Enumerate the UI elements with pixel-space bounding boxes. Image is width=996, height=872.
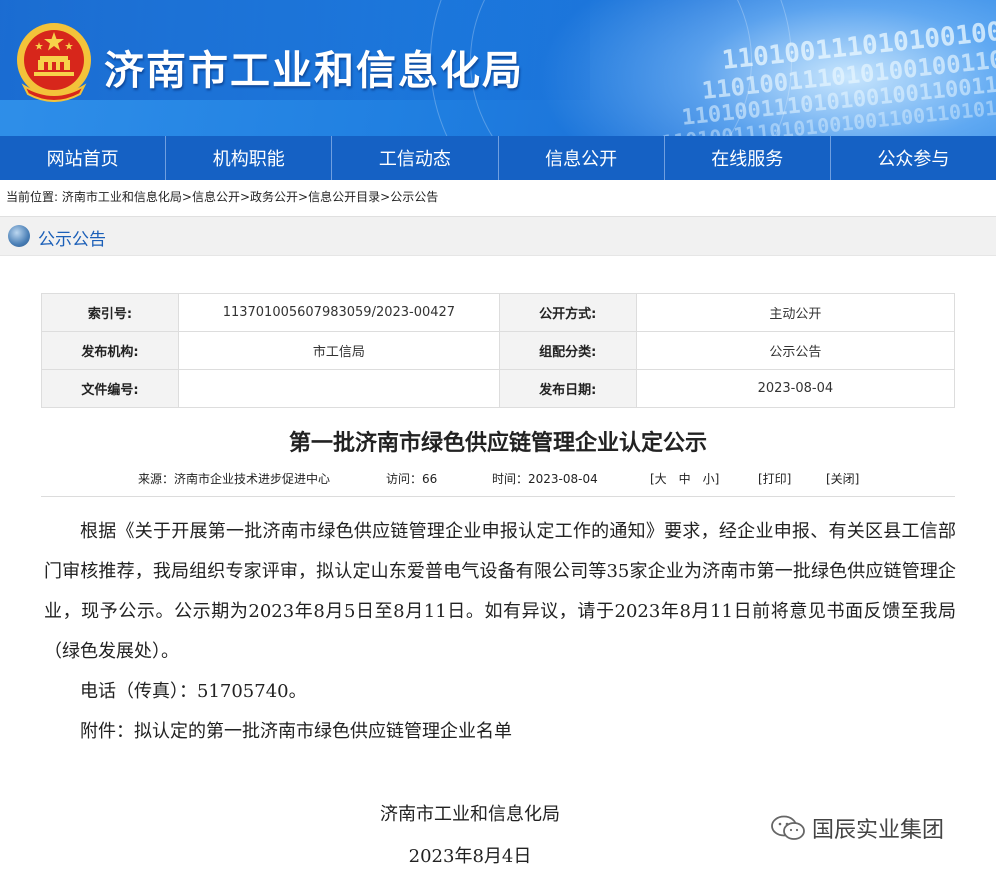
nav-item-disclosure[interactable]: 信息公开 (499, 136, 665, 180)
globe-icon (8, 225, 30, 247)
info-label-index: 索引号: (41, 293, 179, 332)
info-value-category: 公示公告 (635, 331, 956, 370)
article-time: 时间：2023-08-04 (492, 472, 598, 486)
article-source: 来源：济南市企业技术进步促进中心 (138, 472, 331, 486)
breadcrumb-link[interactable]: 政务公开 (250, 190, 298, 204)
breadcrumb-separator: > (380, 190, 391, 204)
nav-item-functions[interactable]: 机构职能 (166, 136, 333, 180)
table-row: 发布机构: 市工信局 组配分类: 公示公告 (41, 331, 956, 370)
info-label-doc-number: 文件编号: (41, 369, 179, 408)
article-date: 2023年8月4日 (408, 846, 532, 867)
article-phone: 电话（传真）：51705740。 (80, 681, 307, 702)
close-button[interactable]: [关闭] (826, 470, 859, 487)
breadcrumb-separator: > (298, 190, 309, 204)
section-header: 公示公告 (0, 216, 996, 256)
breadcrumb-link[interactable]: 公示公告 (390, 190, 438, 204)
nav-item-home[interactable]: 网站首页 (0, 136, 167, 180)
section-title: 公示公告 (38, 230, 106, 250)
breadcrumb: 当前位置: 济南市工业和信息化局>信息公开>政务公开>信息公开目录>公示公告 (6, 188, 438, 205)
article-paragraph: 根据《关于开展第一批济南市绿色供应链管理企业申报认定工作的通知》要求，经企业申报… (44, 521, 956, 662)
breadcrumb-prefix: 当前位置: (6, 190, 59, 204)
site-banner: 1101001110101001001100110101010110011010… (0, 0, 996, 136)
info-value-disclosure-type: 主动公开 (635, 293, 956, 332)
article-body: 根据《关于开展第一批济南市绿色供应链管理企业申报认定工作的通知》要求，经企业申报… (44, 512, 956, 752)
nav-item-participation[interactable]: 公众参与 (831, 136, 996, 180)
breadcrumb-separator: > (239, 190, 251, 204)
document-info-table: 索引号: 113701005607983059/2023-00427 公开方式:… (41, 293, 956, 408)
breadcrumb-separator: > (181, 190, 192, 204)
article-title: 第一批济南市绿色供应链管理企业认定公示 (288, 431, 707, 456)
font-size-switch[interactable]: [大 中 小] (650, 470, 719, 487)
article-visits: 访问：66 (386, 472, 438, 486)
info-value-doc-number (177, 369, 500, 408)
info-label-disclosure-type: 公开方式: (498, 293, 637, 332)
table-row: 文件编号: 发布日期: 2023-08-04 (41, 369, 956, 408)
info-value-publisher: 市工信局 (177, 331, 500, 370)
info-label-publisher: 发布机构: (41, 331, 179, 370)
info-value-publish-date: 2023-08-04 (635, 369, 956, 408)
breadcrumb-link[interactable]: 信息公开 (192, 190, 240, 204)
wechat-icon (771, 815, 805, 840)
watermark: 国辰实业集团 (770, 812, 944, 844)
info-label-category: 组配分类: (498, 331, 637, 370)
article-attachment[interactable]: 附件：拟认定的第一批济南市绿色供应链管理企业名单 (44, 712, 956, 752)
divider (41, 496, 955, 497)
breadcrumb-link[interactable]: 信息公开目录 (308, 190, 380, 204)
print-button[interactable]: [打印] (758, 470, 791, 487)
table-row: 索引号: 113701005607983059/2023-00427 公开方式:… (41, 293, 956, 332)
info-label-publish-date: 发布日期: (498, 369, 637, 408)
main-nav: 网站首页 机构职能 工信动态 信息公开 在线服务 公众参与 (0, 136, 996, 180)
site-title: 济南市工业和信息化局 (104, 48, 524, 94)
national-emblem-icon (17, 23, 91, 102)
nav-item-news[interactable]: 工信动态 (332, 136, 499, 180)
breadcrumb-link[interactable]: 济南市工业和信息化局 (62, 190, 182, 204)
nav-item-online-service[interactable]: 在线服务 (665, 136, 831, 180)
watermark-text: 国辰实业集团 (812, 818, 945, 843)
info-value-index: 113701005607983059/2023-00427 (177, 293, 500, 332)
